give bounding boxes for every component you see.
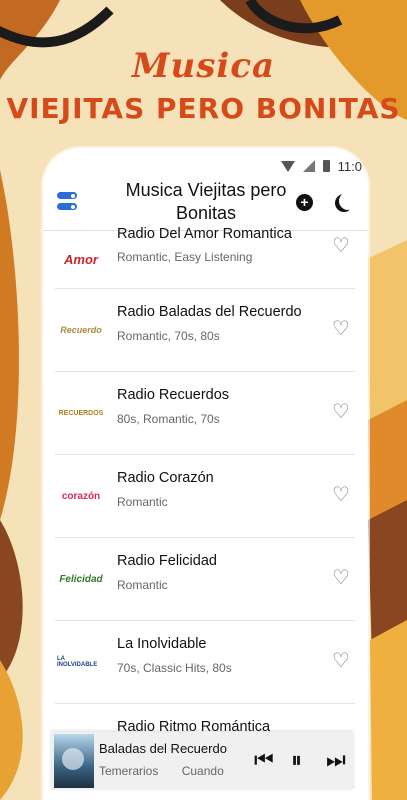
- phone-screen: 11:0 Musica Viejitas pero Bonitas + Amor…: [43, 148, 368, 800]
- heart-icon[interactable]: ♡: [332, 402, 350, 422]
- station-logo: Amor: [64, 251, 98, 267]
- wifi-icon: [280, 160, 295, 172]
- station-logo: Felicidad: [59, 573, 103, 585]
- now-playing-title: Baladas del Recuerdo: [99, 741, 227, 756]
- station-name: La Inolvidable: [117, 636, 207, 652]
- station-logo: corazón: [61, 490, 101, 502]
- previous-icon[interactable]: ⏮: [254, 749, 274, 771]
- mini-player[interactable]: Baladas del Recuerdo Temerarios Cuando ⏮…: [51, 732, 353, 790]
- heart-icon[interactable]: ♡: [332, 485, 350, 505]
- app-bar: Musica Viejitas pero Bonitas +: [43, 176, 368, 231]
- heart-icon[interactable]: ♡: [332, 236, 350, 256]
- promo-title-line2: VIEJITAS PERO BONITAS: [6, 92, 401, 125]
- signal-icon: [302, 160, 315, 172]
- menu-toggle-icon[interactable]: [57, 192, 77, 212]
- heart-icon[interactable]: ♡: [332, 651, 350, 671]
- pause-icon[interactable]: ⏸: [291, 749, 302, 771]
- station-list: Amor Radio Del Amor Romantica Romantic, …: [43, 226, 368, 787]
- station-tags: Romantic: [117, 578, 168, 592]
- station-row[interactable]: RECUERDOS Radio Recuerdos 80s, Romantic,…: [55, 372, 355, 455]
- next-icon[interactable]: ⏭: [326, 749, 346, 771]
- station-name: Radio Baladas del Recuerdo: [117, 304, 302, 320]
- heart-icon[interactable]: ♡: [332, 568, 350, 588]
- now-playing-subtitle: Temerarios Cuando: [99, 764, 244, 778]
- station-row[interactable]: Recuerdo Radio Baladas del Recuerdo Roma…: [55, 289, 355, 372]
- station-logo: RECUERDOS: [58, 409, 104, 417]
- station-tags: Romantic, Easy Listening: [117, 250, 253, 264]
- battery-icon: [322, 160, 330, 172]
- promo-title-line1: Musica: [131, 46, 276, 86]
- station-row[interactable]: LA INOLVIDABLE La Inolvidable 70s, Class…: [55, 621, 355, 704]
- station-name: Radio Del Amor Romantica: [117, 226, 292, 242]
- status-time: 11:0: [337, 158, 362, 174]
- status-bar: 11:0: [280, 156, 368, 176]
- now-playing-track: Cuando: [181, 764, 224, 778]
- station-name: Radio Felicidad: [117, 553, 217, 569]
- station-logo: LA INOLVIDABLE: [57, 656, 98, 668]
- station-tags: 70s, Classic Hits, 80s: [117, 661, 232, 675]
- station-tags: 80s, Romantic, 70s: [117, 412, 220, 426]
- station-row[interactable]: corazón Radio Corazón Romantic ♡: [55, 455, 355, 538]
- station-row[interactable]: Amor Radio Del Amor Romantica Romantic, …: [55, 226, 355, 289]
- dark-mode-moon-icon[interactable]: [339, 192, 357, 210]
- station-row[interactable]: Felicidad Radio Felicidad Romantic ♡: [55, 538, 355, 621]
- station-tags: Romantic, 70s, 80s: [117, 329, 220, 343]
- now-playing-info: Baladas del Recuerdo Temerarios Cuando: [99, 741, 244, 778]
- station-logo: Recuerdo: [60, 325, 102, 335]
- add-button[interactable]: +: [296, 194, 313, 211]
- now-playing-artist: Temerarios: [99, 764, 159, 778]
- station-tags: Romantic: [117, 495, 168, 509]
- app-title: Musica Viejitas pero Bonitas: [125, 180, 287, 223]
- heart-icon[interactable]: ♡: [332, 319, 350, 339]
- station-name: Radio Recuerdos: [117, 387, 230, 403]
- station-name: Radio Corazón: [117, 470, 214, 486]
- album-cover: [54, 734, 94, 788]
